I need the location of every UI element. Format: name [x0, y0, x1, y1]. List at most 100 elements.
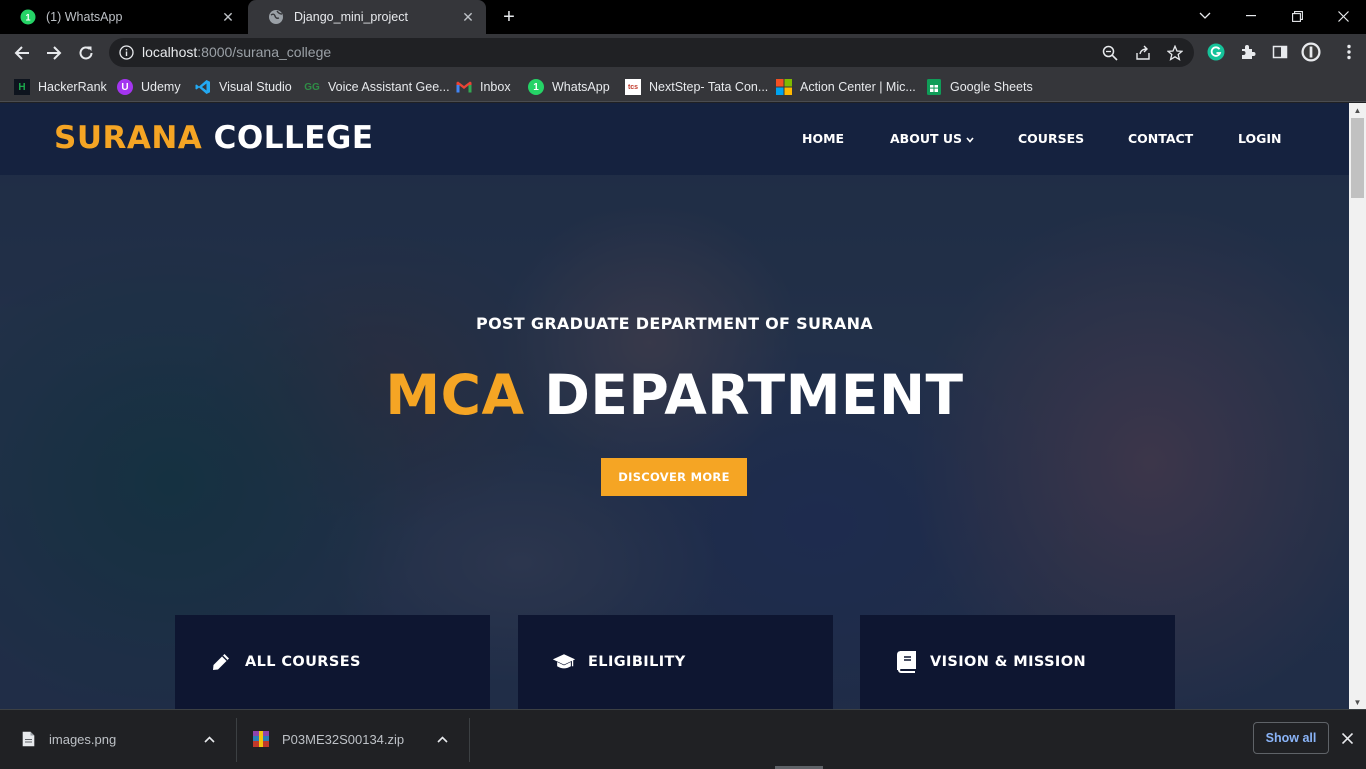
download-filename: images.png [49, 731, 117, 747]
feature-label: ELIGIBILITY [588, 654, 686, 670]
bookmark-label: Voice Assistant Gee... [328, 80, 450, 94]
back-icon[interactable] [8, 39, 36, 67]
hero-subtitle: POST GRADUATE DEPARTMENT OF SURANA [476, 314, 873, 333]
hero-title: MCA DEPARTMENT [0, 363, 1349, 427]
address-bar[interactable]: localhost:8000/surana_college [109, 38, 1194, 67]
feature-label: VISION & MISSION [930, 654, 1086, 670]
hackerrank-icon: H [14, 79, 30, 95]
nav-about-us-label: ABOUT US [890, 131, 963, 146]
scroll-thumb[interactable] [1351, 118, 1364, 198]
bookmark-visual-studio[interactable]: Visual Studio [195, 76, 292, 98]
bookmark-label: Action Center | Mic... [800, 80, 916, 94]
close-icon[interactable]: ✕ [460, 9, 476, 25]
nav-home[interactable]: HOME [802, 131, 844, 146]
tab-search-icon[interactable] [1182, 0, 1228, 32]
menu-icon[interactable] [1339, 42, 1359, 62]
chevron-up-icon[interactable] [432, 732, 452, 746]
whatsapp-icon: 1 [20, 9, 36, 25]
tcs-icon: tcs [625, 79, 641, 95]
nav-contact[interactable]: CONTACT [1128, 131, 1193, 146]
bookmark-label: Google Sheets [950, 80, 1033, 94]
feature-eligibility[interactable]: ELIGIBILITY [518, 615, 833, 709]
bookmark-label: Inbox [480, 80, 511, 94]
nav-login[interactable]: LOGIN [1238, 131, 1282, 146]
bookmark-label: Visual Studio [219, 80, 292, 94]
download-filename: P03ME32S00134.zip [282, 731, 405, 747]
download-item-images[interactable]: images.png [0, 710, 219, 768]
restore-icon[interactable] [1274, 0, 1320, 32]
new-tab-button[interactable]: + [498, 7, 520, 27]
bookmark-label: WhatsApp [552, 80, 610, 94]
visual-studio-icon [195, 79, 211, 95]
site-info-icon[interactable] [119, 45, 134, 60]
feature-label: ALL COURSES [245, 654, 361, 670]
bookmark-action-center[interactable]: Action Center | Mic... [776, 76, 916, 98]
download-shelf: images.png P03ME32S00134.zip Show all [0, 709, 1366, 769]
tab-title: Django_mini_project [294, 10, 408, 24]
page-scrollbar[interactable]: ▲ ▼ [1349, 103, 1366, 709]
logo-accent: SURANA [54, 120, 203, 156]
share-icon[interactable] [1134, 44, 1152, 62]
bookmark-hackerrank[interactable]: H HackerRank [14, 76, 107, 98]
scroll-up-icon[interactable]: ▲ [1349, 103, 1366, 117]
bookmark-label: Udemy [141, 80, 181, 94]
side-panel-icon[interactable] [1270, 42, 1290, 62]
winrar-icon [253, 730, 269, 748]
udemy-icon: U [117, 79, 133, 95]
gmail-icon [456, 79, 472, 95]
pencil-icon [209, 650, 233, 674]
graduation-cap-icon [552, 650, 576, 674]
url-text: localhost:8000/surana_college [142, 44, 331, 60]
bookmark-label: HackerRank [38, 80, 107, 94]
geeksforgeeks-icon: GG [304, 81, 320, 93]
reload-icon[interactable] [72, 39, 100, 67]
bookmark-whatsapp[interactable]: 1 WhatsApp [528, 76, 610, 98]
bookmark-google-sheets[interactable]: Google Sheets [926, 76, 1033, 98]
discover-more-button[interactable]: DISCOVER MORE [601, 458, 747, 496]
nav-courses[interactable]: COURSES [1018, 131, 1084, 146]
bookmark-voice-assistant[interactable]: GG Voice Assistant Gee... [304, 76, 450, 98]
chevron-down-icon [966, 131, 974, 146]
tab-strip: 1 (1) WhatsApp ✕ Django_mini_project ✕ + [0, 0, 1366, 34]
bookmarks-bar: H HackerRank U Udemy Visual Studio GG Vo… [0, 71, 1366, 102]
browser-toolbar: localhost:8000/surana_college [0, 34, 1366, 71]
close-window-icon[interactable] [1320, 0, 1366, 32]
chevron-up-icon[interactable] [199, 732, 219, 746]
bookmark-udemy[interactable]: U Udemy [117, 76, 181, 98]
google-sheets-icon [926, 79, 942, 95]
bookmark-star-icon[interactable] [1166, 44, 1184, 62]
minimize-icon[interactable] [1228, 0, 1274, 32]
scroll-down-icon[interactable]: ▼ [1349, 695, 1366, 709]
grammarly-icon[interactable] [1206, 42, 1226, 62]
download-separator [469, 718, 470, 762]
bookmark-nextstep[interactable]: tcs NextStep- Tata Con... [625, 76, 768, 98]
zoom-icon[interactable] [1101, 44, 1119, 62]
tab-django[interactable]: Django_mini_project ✕ [248, 0, 486, 34]
url-path: :8000/surana_college [197, 44, 332, 60]
close-icon[interactable] [1337, 728, 1357, 748]
file-icon [20, 730, 36, 748]
svg-text:1: 1 [25, 13, 30, 23]
globe-icon [268, 9, 284, 25]
download-item-zip[interactable]: P03ME32S00134.zip [233, 710, 452, 768]
profile-avatar[interactable] [1301, 42, 1321, 62]
site-logo[interactable]: SURANA COLLEGE [54, 120, 374, 156]
close-icon[interactable]: ✕ [220, 9, 236, 25]
show-all-button[interactable]: Show all [1253, 722, 1329, 754]
url-host: localhost [142, 44, 198, 60]
logo-plain: COLLEGE [213, 120, 374, 156]
feature-vision-mission[interactable]: VISION & MISSION [860, 615, 1175, 709]
hero-title-plain: DEPARTMENT [544, 363, 964, 427]
hero-title-accent: MCA [385, 363, 525, 427]
book-icon [894, 650, 918, 674]
whatsapp-icon: 1 [528, 79, 544, 95]
tab-title: (1) WhatsApp [46, 10, 123, 24]
feature-all-courses[interactable]: ALL COURSES [175, 615, 490, 709]
forward-icon[interactable] [40, 39, 68, 67]
tab-whatsapp[interactable]: 1 (1) WhatsApp ✕ [0, 0, 246, 34]
nav-about-us[interactable]: ABOUT US [890, 131, 974, 146]
bookmark-label: NextStep- Tata Con... [649, 80, 769, 94]
bookmark-inbox[interactable]: Inbox [456, 76, 511, 98]
extensions-icon[interactable] [1238, 42, 1258, 62]
page-viewport: SURANA COLLEGE HOME ABOUT US COURSES CON… [0, 103, 1349, 709]
